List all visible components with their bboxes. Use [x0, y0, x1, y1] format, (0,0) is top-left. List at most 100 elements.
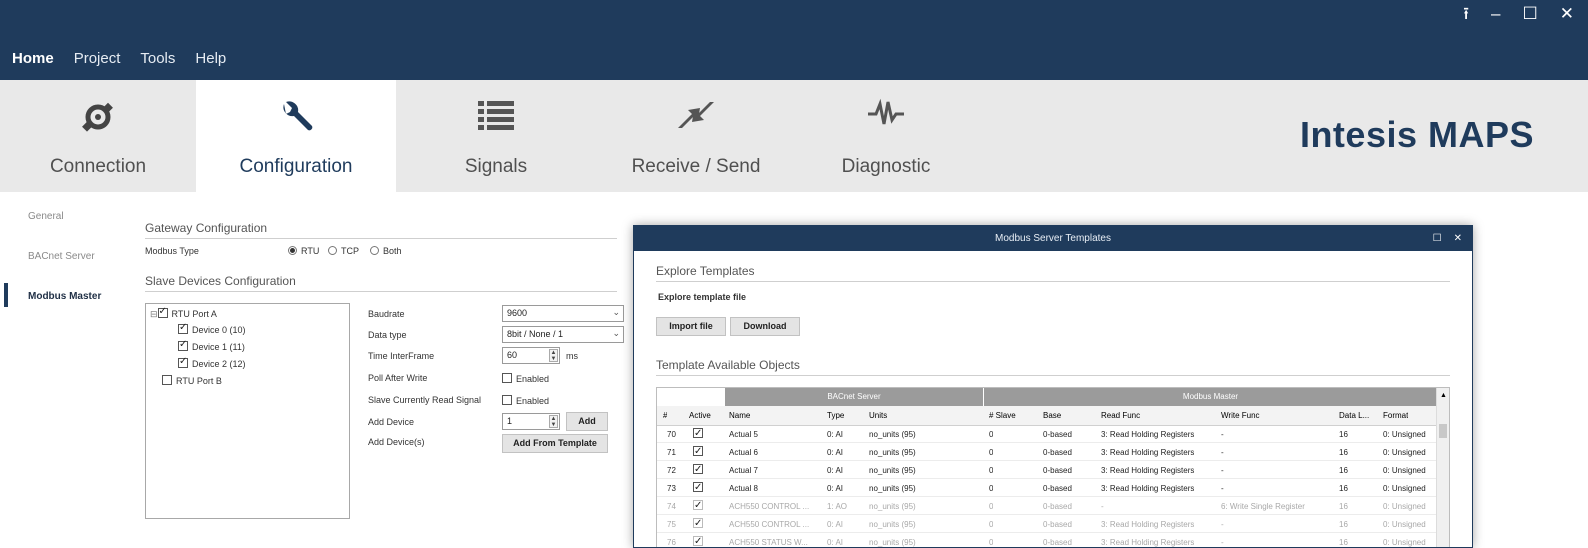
tab-signals[interactable]: Signals	[396, 80, 596, 192]
active-checkbox[interactable]	[693, 517, 707, 533]
explore-templates-title: Explore Templates	[656, 264, 755, 278]
column-header[interactable]: Units	[869, 408, 887, 424]
table-row[interactable]: 76 ACH550 STATUS W... 0: AI no_units (95) 0 0…	[657, 535, 1437, 547]
brand-logo: Intesis MAPS	[1299, 114, 1534, 155]
baudrate-select[interactable]: 9600 ⌄	[502, 305, 624, 322]
add-devices-label: Add Device(s)	[368, 437, 425, 447]
radio-tcp-dot	[328, 246, 337, 255]
tree-device-1[interactable]: Device 1 (11)	[178, 339, 245, 352]
tab-configuration[interactable]: Configuration	[196, 80, 396, 192]
active-checkbox[interactable]	[693, 445, 707, 461]
table-cell-num: 70	[667, 430, 676, 439]
tree-device-2[interactable]: Device 2 (12)	[178, 356, 246, 369]
column-header[interactable]: Active	[689, 408, 711, 424]
active-checkbox[interactable]	[693, 427, 707, 443]
table-row[interactable]: 74 ACH550 CONTROL ... 1: AO no_units (95) 0 0…	[657, 499, 1437, 515]
table-cell-type: 0: AI	[827, 538, 844, 547]
spinner-icon[interactable]: ▲ ▼	[549, 349, 558, 362]
column-header[interactable]: Type	[827, 408, 844, 424]
scroll-thumb[interactable]	[1439, 424, 1447, 438]
active-checkbox[interactable]	[693, 535, 707, 547]
menu-help[interactable]: Help	[195, 50, 226, 67]
slave-currently-checkbox[interactable]: Enabled	[502, 395, 549, 406]
checkbox-device-2[interactable]	[178, 356, 188, 368]
table-cell-len: 16	[1339, 520, 1348, 529]
table-row[interactable]: 72 Actual 7 0: AI no_units (95) 0 0-based 3: R…	[657, 463, 1437, 479]
active-checkbox[interactable]	[693, 463, 707, 479]
poll-after-write-checkbox[interactable]: Enabled	[502, 373, 549, 384]
column-header[interactable]: Base	[1043, 408, 1061, 424]
minimize-icon[interactable]: –	[1491, 4, 1500, 24]
checkbox-port-a[interactable]	[157, 306, 168, 318]
column-header[interactable]: Format	[1383, 408, 1408, 424]
column-header[interactable]: Read Func	[1101, 408, 1140, 424]
divider	[656, 281, 1450, 282]
menu-tools[interactable]: Tools	[140, 50, 175, 67]
table-row[interactable]: 75 ACH550 CONTROL ... 0: AI no_units (95) 0 0…	[657, 517, 1437, 533]
tab-connection[interactable]: Connection	[0, 80, 196, 192]
add-count-input[interactable]: 1 ▲ ▼	[502, 413, 560, 430]
tab-receive-send[interactable]: Receive / Send	[596, 80, 796, 192]
column-header[interactable]: Name	[729, 408, 750, 424]
dialog-header: Modbus Server Templates ☐ ✕	[634, 226, 1472, 251]
checkbox-icon	[502, 395, 512, 405]
gateway-config-title: Gateway Configuration	[145, 221, 268, 235]
table-row[interactable]: 70 Actual 5 0: AI no_units (95) 0 0-based 3: R…	[657, 427, 1437, 443]
explore-file-label: Explore template file	[658, 292, 747, 302]
table-group-blank	[657, 388, 725, 406]
sidebar-active-marker	[4, 283, 8, 307]
active-checkbox[interactable]	[693, 481, 707, 497]
time-interframe-input[interactable]: 60 ▲ ▼	[502, 347, 560, 364]
table-cell-slave: 0	[989, 466, 994, 475]
tree-port-a[interactable]: ⊟RTU Port A	[150, 306, 217, 320]
table-row[interactable]: 73 Actual 8 0: AI no_units (95) 0 0-based 3: R…	[657, 481, 1437, 497]
table-scrollbar[interactable]: ▲	[1436, 388, 1449, 547]
table-cell-format: 0: Unsigned	[1383, 502, 1426, 511]
menu-home[interactable]: Home	[12, 50, 54, 67]
table-cell-type: 0: AI	[827, 466, 844, 475]
radio-both[interactable]: Both	[370, 246, 402, 256]
add-from-template-button[interactable]: Add From Template	[502, 434, 608, 453]
dialog-title: Modbus Server Templates	[995, 233, 1111, 244]
add-button[interactable]: Add	[566, 412, 608, 431]
baudrate-label: Baudrate	[368, 309, 405, 319]
modbus-templates-dialog: Modbus Server Templates ☐ ✕ Explore Temp…	[633, 225, 1473, 548]
column-header[interactable]: # Slave	[989, 408, 1016, 424]
sidebar-item-bacnet-server[interactable]: BACnet Server	[28, 251, 95, 262]
spinner-icon[interactable]: ▲ ▼	[549, 415, 558, 428]
radio-rtu[interactable]: RTU	[288, 246, 319, 256]
table-row[interactable]: 71 Actual 6 0: AI no_units (95) 0 0-based 3: R…	[657, 445, 1437, 461]
maximize-icon[interactable]: ☐	[1433, 226, 1442, 251]
table-cell-units: no_units (95)	[869, 466, 916, 475]
device-tree[interactable]: ⊟RTU Port A Device 0 (10) Device 1 (11) …	[145, 303, 350, 519]
maximize-icon[interactable]: ☐	[1523, 4, 1538, 24]
tab-label-configuration: Configuration	[239, 156, 353, 177]
table-cell-read: 3: Read Holding Registers	[1101, 538, 1195, 547]
column-header[interactable]: #	[663, 408, 667, 424]
checkbox-device-1[interactable]	[178, 339, 188, 351]
enabled-label: Enabled	[516, 396, 550, 406]
tree-device-0[interactable]: Device 0 (10)	[178, 322, 246, 335]
close-icon[interactable]: ✕	[1454, 226, 1462, 251]
table-group-modbus: Modbus Master	[984, 388, 1437, 406]
tree-port-b[interactable]: RTU Port B	[162, 375, 222, 386]
table-cell-read: 3: Read Holding Registers	[1101, 466, 1195, 475]
radio-tcp[interactable]: TCP	[328, 246, 359, 256]
data-type-select[interactable]: 8bit / None / 1 ⌄	[502, 326, 624, 343]
checkbox-port-b[interactable]	[162, 375, 172, 385]
menu-project[interactable]: Project	[74, 50, 121, 67]
checkbox-device-0[interactable]	[178, 322, 188, 334]
active-checkbox[interactable]	[693, 499, 707, 515]
upload-icon[interactable]: ⭱	[1463, 4, 1469, 24]
sidebar-item-general[interactable]: General	[28, 211, 64, 222]
scroll-up-icon[interactable]: ▲	[1440, 388, 1447, 404]
add-count-value: 1	[507, 416, 513, 426]
column-header[interactable]: Data L...	[1339, 408, 1369, 424]
download-button[interactable]: Download	[730, 317, 800, 336]
table-cell-num: 71	[667, 448, 676, 457]
column-header[interactable]: Write Func	[1221, 408, 1260, 424]
close-icon[interactable]: ✕	[1560, 4, 1574, 24]
import-file-button[interactable]: Import file	[656, 317, 726, 336]
sidebar-item-modbus-master[interactable]: Modbus Master	[28, 291, 101, 302]
tab-diagnostic[interactable]: Diagnostic	[796, 80, 976, 192]
